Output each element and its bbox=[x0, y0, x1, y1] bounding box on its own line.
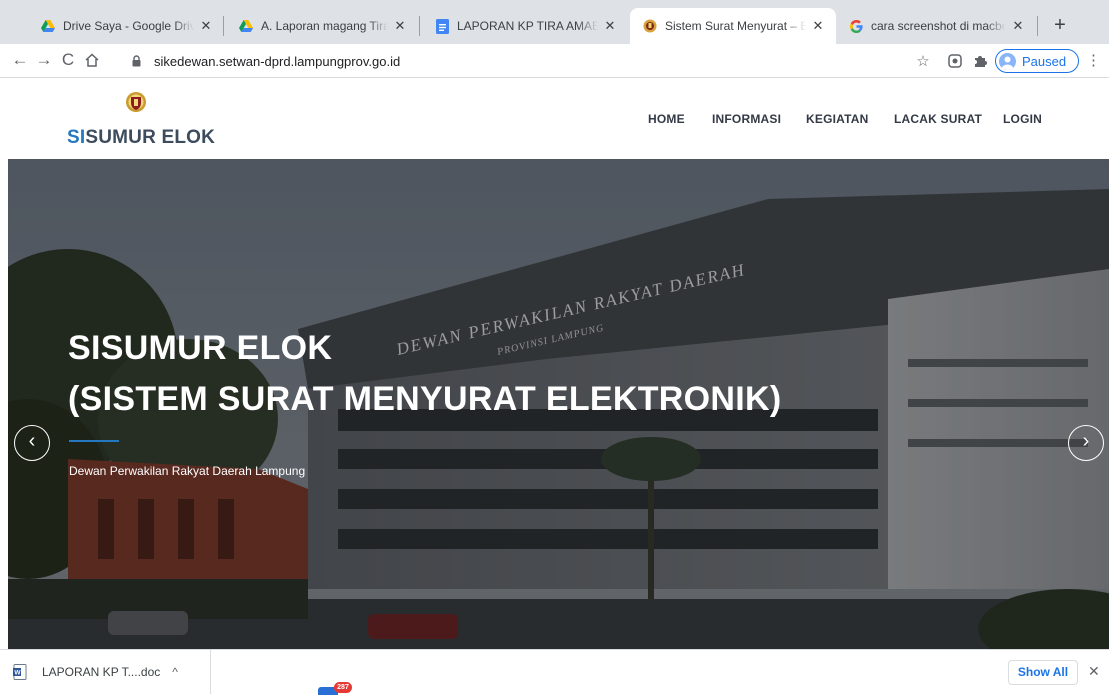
dprd-emblem-icon bbox=[125, 91, 147, 113]
download-file-name: LAPORAN KP T....doc bbox=[42, 665, 161, 679]
more-menu-icon[interactable]: ⋮ bbox=[1086, 52, 1101, 70]
badge-count: 287 bbox=[334, 682, 352, 693]
close-icon[interactable]: ✕ bbox=[1088, 663, 1100, 680]
profile-label: Paused bbox=[1022, 53, 1067, 69]
chevron-up-icon[interactable]: ^ bbox=[172, 665, 178, 679]
profile-button[interactable]: Paused bbox=[995, 49, 1079, 73]
tab-close-icon[interactable]: ✕ bbox=[1010, 18, 1026, 34]
download-shelf: W LAPORAN KP T....doc ^ Show All ✕ bbox=[0, 649, 1109, 694]
tab-separator bbox=[1037, 16, 1038, 36]
word-document-icon: W bbox=[13, 664, 27, 680]
hero-subtitle: Dewan Perwakilan Rakyat Daerah Lampung bbox=[69, 464, 306, 478]
browser-tab-strip: Drive Saya - Google Drive ✕ A. Laporan m… bbox=[0, 0, 1109, 44]
tab-close-icon[interactable]: ✕ bbox=[198, 18, 214, 34]
tab-separator bbox=[419, 16, 420, 36]
browser-tab[interactable]: cara screenshot di macbook - ✕ bbox=[836, 8, 1036, 44]
slider-next-chevron-right-icon[interactable]: › bbox=[1068, 425, 1104, 461]
forward-arrow-icon[interactable]: → bbox=[32, 48, 56, 72]
lock-icon bbox=[132, 55, 146, 67]
notification-badge: 287 bbox=[318, 681, 354, 695]
hero-title-line-1: SISUMUR ELOK bbox=[68, 329, 333, 367]
browser-toolbar: ← → C sikedewan.setwan-dprd.lampungprov.… bbox=[0, 44, 1109, 78]
back-arrow-icon[interactable]: ← bbox=[8, 48, 32, 72]
logo-accent-text: SI bbox=[67, 127, 86, 148]
url-text: sikedewan.setwan-dprd.lampungprov.go.id bbox=[154, 53, 401, 69]
extension-icon[interactable] bbox=[943, 49, 967, 73]
new-tab-button[interactable]: + bbox=[1046, 12, 1074, 40]
nav-home[interactable]: HOME bbox=[648, 112, 685, 126]
google-drive-icon bbox=[238, 18, 254, 34]
reload-icon[interactable]: C bbox=[56, 48, 80, 72]
hero-title-line-2: (SISTEM SURAT MENYURAT ELEKTRONIK) bbox=[68, 380, 782, 418]
tab-close-icon[interactable]: ✕ bbox=[392, 18, 408, 34]
browser-tab-active[interactable]: Sistem Surat Menyurat – Elekt ✕ bbox=[630, 8, 836, 44]
browser-tab[interactable]: A. Laporan magang Tira - Goo ✕ bbox=[226, 8, 418, 44]
google-drive-icon bbox=[40, 18, 56, 34]
tab-separator bbox=[223, 16, 224, 36]
hero-accent-line bbox=[69, 440, 119, 442]
nav-informasi[interactable]: INFORMASI bbox=[712, 112, 781, 126]
address-bar[interactable]: sikedewan.setwan-dprd.lampungprov.go.id bbox=[132, 48, 902, 74]
tab-close-icon[interactable]: ✕ bbox=[810, 18, 826, 34]
hero-slider: DEWAN PERWAKILAN RAKYAT DAERAH PROVINSI … bbox=[8, 159, 1109, 649]
nav-kegiatan[interactable]: KEGIATAN bbox=[806, 112, 869, 126]
tab-title: A. Laporan magang Tira - Goo bbox=[261, 19, 388, 33]
show-all-button[interactable]: Show All bbox=[1008, 660, 1078, 685]
logo-text: SISUMUR ELOK bbox=[67, 127, 215, 149]
google-icon bbox=[848, 18, 864, 34]
browser-tab[interactable]: Drive Saya - Google Drive ✕ bbox=[28, 8, 224, 44]
nav-lacak-surat[interactable]: LACAK SURAT bbox=[894, 112, 982, 126]
browser-tab[interactable]: LAPORAN KP TIRA AMABELA ✕ bbox=[422, 8, 628, 44]
slider-prev-chevron-left-icon[interactable]: ‹ bbox=[14, 425, 50, 461]
download-item[interactable]: W LAPORAN KP T....doc ^ bbox=[13, 650, 211, 694]
puzzle-extensions-icon[interactable] bbox=[968, 49, 992, 73]
nav-login[interactable]: LOGIN bbox=[1003, 112, 1042, 126]
google-docs-icon bbox=[434, 18, 450, 34]
tab-title: Drive Saya - Google Drive bbox=[63, 19, 194, 33]
logo-rest-text: SUMUR ELOK bbox=[85, 127, 216, 148]
home-icon[interactable] bbox=[80, 48, 104, 72]
tab-title: LAPORAN KP TIRA AMABELA bbox=[457, 19, 598, 33]
avatar bbox=[999, 52, 1016, 70]
tab-title: cara screenshot di macbook - bbox=[871, 19, 1006, 33]
bookmark-star-icon[interactable]: ☆ bbox=[911, 49, 935, 73]
tab-title: Sistem Surat Menyurat – Elekt bbox=[665, 19, 806, 33]
site-logo[interactable]: SISUMUR ELOK bbox=[67, 91, 227, 151]
site-emblem-icon bbox=[642, 18, 658, 34]
tab-close-icon[interactable]: ✕ bbox=[602, 18, 618, 34]
svg-text:W: W bbox=[14, 670, 21, 677]
